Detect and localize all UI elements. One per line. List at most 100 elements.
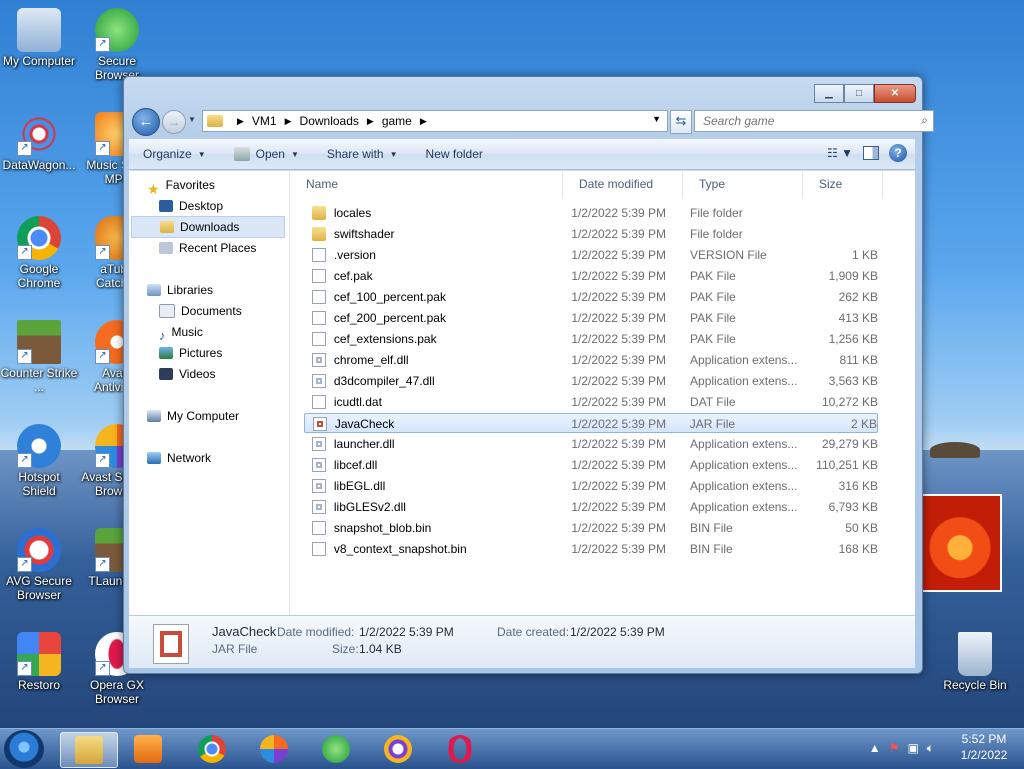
file-name: libGLESv2.dll (333, 500, 406, 514)
file-row-cef-extensions-pak[interactable]: cef_extensions.pak 1/2/2022 5:39 PM PAK Fi… (304, 329, 878, 349)
breadcrumb-vm1[interactable]: VM1 (252, 114, 277, 128)
minecraft-block-icon: ↗ (17, 320, 61, 364)
file-row-launcher-dll[interactable]: launcher.dll 1/2/2022 5:39 PM Application … (304, 434, 878, 454)
address-history-dropdown[interactable]: ▼ (652, 114, 661, 124)
minimize-button[interactable]: ▁ (814, 84, 844, 103)
refresh-button[interactable]: ⇆ (670, 110, 692, 134)
desktop-icon-my-computer[interactable]: My Computer (0, 8, 78, 68)
file-row-libegl-dll[interactable]: libEGL.dll 1/2/2022 5:39 PM Application ex… (304, 476, 878, 496)
breadcrumb-arrow-icon[interactable]: ▶ (367, 116, 374, 127)
file-row-cef-200-percent-pak[interactable]: cef_200_percent.pak 1/2/2022 5:39 PM PAK F… (304, 308, 878, 328)
taskbar-chrome[interactable] (184, 732, 240, 766)
taskbar-secure-browser[interactable] (308, 732, 364, 766)
file-icon (312, 269, 326, 283)
maximize-button[interactable]: □ (844, 84, 874, 103)
file-date-modified: 1/2/2022 5:39 PM (571, 353, 667, 367)
file-name: JavaCheck (334, 417, 395, 431)
nav-my-computer[interactable]: My Computer (147, 406, 305, 426)
folder-icon (312, 206, 326, 220)
file-type: Application extens... (690, 458, 798, 472)
network-status-icon[interactable]: ▣ (907, 741, 918, 756)
action-center-flag-icon[interactable]: ⚑ (889, 741, 900, 756)
file-size: 50 KB (845, 521, 878, 535)
search-input[interactable] (701, 111, 905, 131)
desktop-icon-secure-browser[interactable]: ↗ Secure Browser (78, 8, 156, 82)
file-name: chrome_elf.dll (333, 353, 409, 367)
desktop-icon-counter-strike[interactable]: ↗ Counter Strike ... (0, 320, 78, 394)
breadcrumb-game[interactable]: game (382, 114, 412, 128)
dll-file-icon (312, 374, 326, 388)
open-button[interactable]: Open ▼ (233, 147, 299, 161)
column-header-date[interactable]: Date modified (563, 171, 683, 197)
file-row-icudtl-dat[interactable]: icudtl.dat 1/2/2022 5:39 PM DAT File 10,272… (304, 392, 878, 412)
help-icon[interactable]: ? (889, 144, 907, 162)
file-date-modified: 1/2/2022 5:39 PM (571, 311, 667, 325)
file-row-snapshot-blob-bin[interactable]: snapshot_blob.bin 1/2/2022 5:39 PM BIN Fil… (304, 518, 878, 538)
file-row-version[interactable]: .version 1/2/2022 5:39 PM VERSION File 1 KB (304, 245, 878, 265)
column-header-size[interactable]: Size (803, 171, 883, 197)
breadcrumb-arrow-icon[interactable]: ▶ (237, 116, 244, 127)
details-file-name: JavaCheck (212, 624, 277, 639)
breadcrumb-arrow-icon[interactable]: ▶ (420, 116, 427, 127)
desktop-icon-hotspot-shield[interactable]: ↗ Hotspot Shield (0, 424, 78, 498)
file-row-v8-context-snapshot-bin[interactable]: v8_context_snapshot.bin 1/2/2022 5:39 PM B… (304, 539, 878, 559)
dll-file-icon (312, 437, 326, 451)
view-options-icon[interactable]: ☷ ▼ (827, 146, 853, 160)
desktop-icon-datawagon[interactable]: ↗ DataWagon... (0, 112, 78, 172)
file-row-libcef-dll[interactable]: libcef.dll 1/2/2022 5:39 PM Application ex… (304, 455, 878, 475)
desktop-icon-avg-secure-browser[interactable]: ↗ AVG Secure Browser (0, 528, 78, 602)
show-hidden-icons-icon[interactable]: ▲ (869, 741, 881, 756)
column-header-name[interactable]: Name (290, 171, 563, 197)
organize-button[interactable]: Organize ▼ (143, 147, 206, 161)
address-bar[interactable]: ▶ VM1 ▶ Downloads ▶ game ▶ ▼ (202, 110, 668, 132)
file-row-locales[interactable]: locales 1/2/2022 5:39 PM File folder (304, 203, 878, 223)
file-date-modified: 1/2/2022 5:39 PM (571, 417, 667, 431)
nav-libraries[interactable]: Libraries (147, 280, 305, 300)
volume-icon[interactable]: 🔈︎ (927, 741, 934, 756)
preview-pane-icon[interactable] (863, 146, 879, 160)
search-icon[interactable]: ⌕ (921, 113, 928, 128)
back-button[interactable]: ← (132, 108, 160, 136)
breadcrumb-arrow-icon[interactable]: ▶ (285, 116, 292, 127)
file-row-d3dcompiler-47-dll[interactable]: d3dcompiler_47.dll 1/2/2022 5:39 PM Applic… (304, 371, 878, 391)
search-box[interactable]: ⌕ (694, 110, 934, 132)
taskbar-avast-browser[interactable] (246, 732, 302, 766)
forward-button[interactable]: → (162, 110, 186, 134)
file-row-swiftshader[interactable]: swiftshader 1/2/2022 5:39 PM File folder (304, 224, 878, 244)
file-date-modified: 1/2/2022 5:39 PM (571, 542, 667, 556)
file-row-chrome-elf-dll[interactable]: chrome_elf.dll 1/2/2022 5:39 PM Applicatio… (304, 350, 878, 370)
file-row-cef-100-percent-pak[interactable]: cef_100_percent.pak 1/2/2022 5:39 PM PAK F… (304, 287, 878, 307)
desktop-icon-restoro[interactable]: ↗ Restoro (0, 632, 78, 692)
file-type: File folder (690, 227, 743, 241)
nav-network[interactable]: Network (147, 448, 305, 468)
chevron-down-icon: ▼ (389, 149, 398, 159)
column-header-type[interactable]: Type (683, 171, 803, 197)
recent-pages-dropdown[interactable]: ▼ (188, 115, 196, 124)
nav-favorites[interactable]: ★ Favorites (147, 175, 305, 197)
clock[interactable]: 5:52 PM 1/2/2022 (952, 731, 1016, 763)
taskbar-explorer[interactable] (60, 732, 118, 768)
secure-browser-icon: ↗ (95, 8, 139, 52)
new-folder-button[interactable]: New folder (426, 147, 483, 161)
taskbar-media-player[interactable] (120, 732, 176, 766)
file-row-cef-pak[interactable]: cef.pak 1/2/2022 5:39 PM PAK File 1,909 KB (304, 266, 878, 286)
start-button[interactable] (4, 730, 44, 768)
taskbar-avg-browser[interactable] (370, 732, 426, 766)
file-size: 168 KB (838, 542, 878, 556)
share-with-button[interactable]: Share with ▼ (327, 147, 398, 161)
file-type: Application extens... (690, 353, 798, 367)
desktop-icon-google-chrome[interactable]: ↗ Google Chrome (0, 216, 78, 290)
file-type: PAK File (690, 290, 736, 304)
close-button[interactable]: ✕ (874, 84, 916, 103)
details-pane: JavaCheck JAR File Date modified: 1/2/20… (129, 615, 915, 668)
taskbar-opera-gx[interactable] (432, 732, 488, 766)
desktop-icon-recycle-bin[interactable]: Recycle Bin (936, 632, 1014, 692)
chrome-icon: ↗ (17, 216, 61, 260)
nav-downloads[interactable]: Downloads (131, 216, 285, 238)
file-row-javacheck[interactable]: JavaCheck 1/2/2022 5:39 PM JAR File 2 KB (304, 413, 878, 433)
file-type: File folder (690, 206, 743, 220)
file-row-libglesv2-dll[interactable]: libGLESv2.dll 1/2/2022 5:39 PM Application… (304, 497, 878, 517)
details-date-created-label: Date created: (497, 625, 570, 639)
command-bar: Organize ▼ Open ▼ Share with ▼ New folder ☷… (129, 139, 915, 170)
breadcrumb-downloads[interactable]: Downloads (300, 114, 359, 128)
